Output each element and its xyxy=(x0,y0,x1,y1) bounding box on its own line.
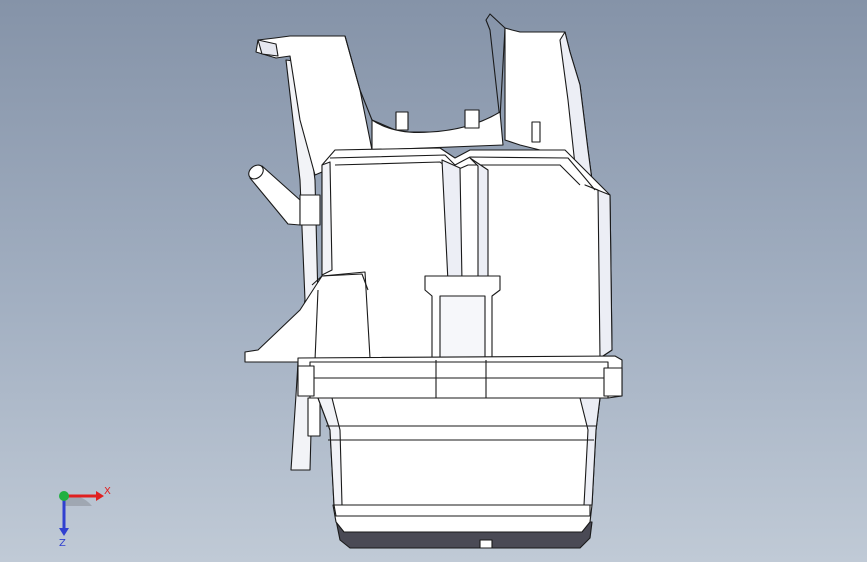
x-axis-label: X xyxy=(104,486,111,497)
clip-left xyxy=(297,365,315,397)
lower-tank xyxy=(317,397,601,506)
axis-triad: X Z xyxy=(59,486,111,548)
x-axis-arrow-icon xyxy=(96,491,104,501)
latch-inner xyxy=(439,295,486,361)
post-left xyxy=(395,111,409,131)
clip-left-lower xyxy=(307,397,321,437)
clip-right xyxy=(603,367,623,397)
reservoir-tank-model[interactable] xyxy=(0,0,867,562)
z-axis-arrow-icon xyxy=(59,528,69,536)
y-axis-icon xyxy=(59,491,69,501)
bottom-tab xyxy=(479,539,493,549)
upper-tank-left-face xyxy=(321,161,333,276)
seam-band xyxy=(309,361,609,399)
upper-bridge xyxy=(371,111,504,151)
z-axis-label: Z xyxy=(59,538,66,548)
post-small xyxy=(531,121,541,143)
lower-tank-rim xyxy=(333,504,591,517)
side-tab xyxy=(299,194,321,226)
post-right xyxy=(464,109,480,129)
upper-frame xyxy=(344,13,506,133)
cad-viewport[interactable]: X Z xyxy=(0,0,867,562)
